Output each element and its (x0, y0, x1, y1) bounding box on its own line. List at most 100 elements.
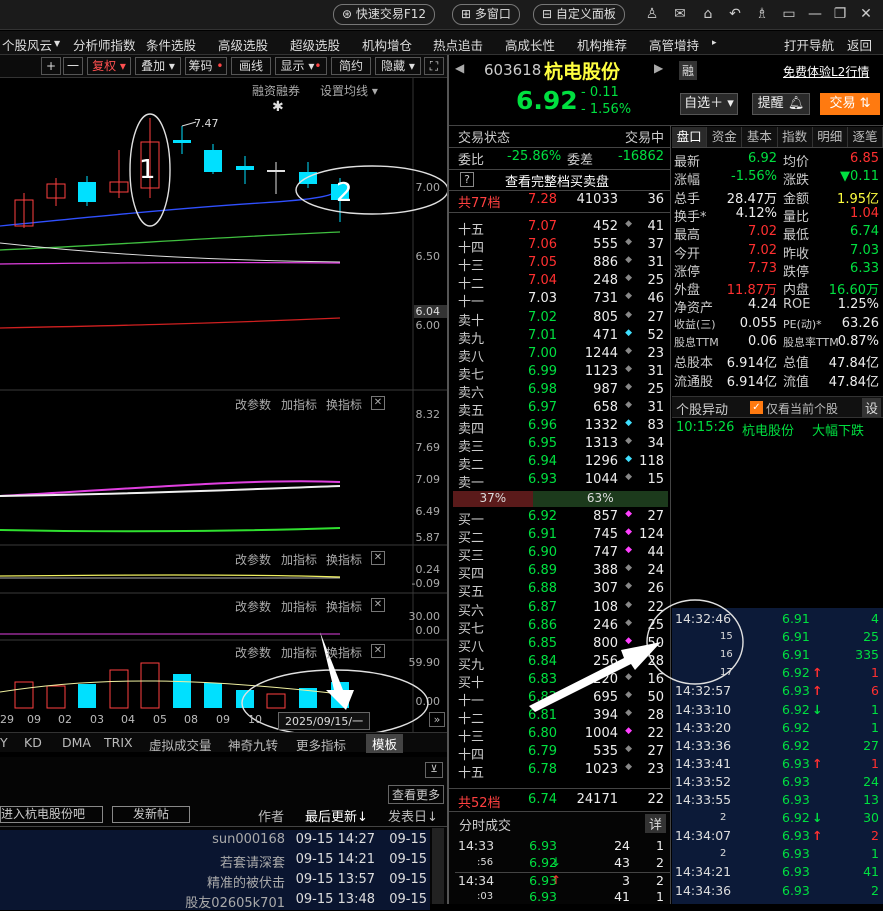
menu-item-condition-select[interactable]: 条件选股 (146, 35, 196, 54)
overlay-button[interactable]: 叠加 ▾ (135, 57, 181, 75)
screen-icon[interactable]: ▭ (780, 5, 798, 23)
help-icon[interactable]: ? (460, 172, 474, 187)
col-update-sort[interactable]: 最后更新↓ (305, 806, 368, 825)
fuquan-button[interactable]: 复权 ▾ (87, 57, 131, 75)
back-icon[interactable]: ↶ (726, 5, 744, 23)
tab-more-indicators[interactable]: 更多指标 (296, 735, 346, 754)
switch-indicator-button[interactable]: 换指标 (326, 644, 362, 661)
trade-time: :56 (477, 857, 494, 868)
maximize-icon[interactable]: ❐ (831, 5, 849, 23)
list-item[interactable]: 精准的被伏击 09-15 13:57 09-15 (0, 870, 430, 891)
order-volume: 1004 (584, 726, 618, 742)
anomaly-settings-button[interactable]: 设 (861, 398, 881, 417)
new-post-button[interactable]: 发新帖 (112, 806, 190, 823)
tab-template[interactable]: 模板 (366, 734, 404, 753)
close-icon[interactable]: ✕ (857, 5, 875, 23)
draw-line-button[interactable]: 画线 (231, 57, 271, 75)
close-icon[interactable]: ✕ (371, 396, 385, 410)
list-item[interactable]: 若套请深套 09-15 14:21 09-15 (0, 850, 430, 871)
menu-item-hotspot[interactable]: 热点追击 (433, 35, 483, 54)
trade-button[interactable]: 交易 ⇅ (820, 93, 880, 115)
anomaly-item[interactable]: 10:15:26 杭电股份 大幅下跌 (672, 420, 883, 440)
time-sales-detail-button[interactable]: 详 (644, 814, 666, 833)
tab-dma[interactable]: DMA (62, 735, 91, 750)
zoom-in-button[interactable]: + (41, 57, 61, 75)
menu-item-super-select[interactable]: 超级选股 (290, 35, 340, 54)
margin-trading-link[interactable]: 融资融券 (252, 82, 300, 99)
prev-stock-icon[interactable]: ◀ (455, 61, 464, 75)
fullscreen-icon[interactable]: ⛶ (424, 57, 444, 75)
open-nav-button[interactable]: 打开导航 (784, 35, 834, 54)
switch-indicator-button[interactable]: 换指标 (326, 396, 362, 413)
checkbox-icon[interactable]: ✓ (750, 401, 763, 414)
add-indicator-button[interactable]: 加指标 (281, 396, 317, 413)
edit-params-button[interactable]: 改参数 (235, 644, 271, 661)
multi-window-button[interactable]: ⊞ 多窗口 (452, 4, 520, 25)
collapse-icon[interactable]: ⊻ (425, 762, 443, 778)
zoom-out-button[interactable]: 一 (63, 57, 83, 75)
list-item[interactable]: sun000168 09-15 14:27 09-15 (0, 830, 430, 850)
forum-link[interactable]: 进入杭电股份吧 (0, 806, 103, 823)
scroll-right-icon[interactable]: » (429, 712, 445, 727)
scrollbar[interactable] (432, 828, 444, 904)
tab-quote-5[interactable]: 逐笔 (847, 127, 883, 147)
col-date-sort[interactable]: 发表日↓ (388, 806, 438, 825)
close-icon[interactable]: ✕ (371, 551, 385, 565)
free-l2-link[interactable]: 免费体验L2行情 (783, 63, 869, 80)
home-icon[interactable]: ⌂ (699, 5, 717, 23)
display-button[interactable]: 显示 ▾• (275, 57, 327, 75)
tab-quote-2[interactable]: 基本 (742, 127, 778, 147)
hide-button[interactable]: 隐藏 ▾ (375, 57, 421, 75)
ma-settings-link[interactable]: 设置均线 ▾ (320, 82, 378, 99)
quote-row: 流通股 6.914亿 流值 47.84亿 (672, 371, 883, 390)
tick-volume: 13 (863, 792, 879, 807)
next-stock-icon[interactable]: ▶ (654, 61, 663, 75)
tab-trix[interactable]: TRIX (104, 735, 133, 750)
panel-divider[interactable] (447, 55, 449, 904)
time-sales-row: :56 6.92 ↓ 43 2 (455, 855, 670, 873)
menu-item-stock-news[interactable]: 个股风云 (2, 35, 52, 54)
skin-icon[interactable]: ♗ (753, 5, 771, 23)
view-full-orderbook-link[interactable]: 查看完整档买卖盘 (505, 171, 609, 190)
minimize-icon[interactable]: — (806, 5, 824, 23)
more-icon[interactable]: ▸ (712, 38, 717, 48)
switch-indicator-button[interactable]: 换指标 (326, 551, 362, 568)
menu-item-exec-increase[interactable]: 高管增持 (649, 35, 699, 54)
close-icon[interactable]: ✕ (371, 598, 385, 612)
close-icon[interactable]: ✕ (371, 644, 385, 658)
mail-icon[interactable]: ✉ (671, 5, 689, 23)
tab-kd[interactable]: KD (24, 735, 42, 750)
tab-quote-3[interactable]: 指数 (777, 127, 813, 147)
user-icon[interactable]: ♙ (643, 5, 661, 23)
switch-indicator-button[interactable]: 换指标 (326, 598, 362, 615)
add-indicator-button[interactable]: 加指标 (281, 598, 317, 615)
view-more-button[interactable]: 查看更多 (388, 785, 445, 804)
tab-quote-0[interactable]: 盘口 (672, 127, 708, 147)
list-item[interactable]: 股友02605k701 09-15 13:48 09-15 (0, 890, 430, 911)
back-button[interactable]: 返回 (847, 35, 872, 54)
tab-nine-turns[interactable]: 神奇九转 (228, 735, 278, 754)
menu-item-institution-add[interactable]: 机构增仓 (362, 35, 412, 54)
tab-virtual-volume[interactable]: 虚拟成交量 (149, 735, 212, 754)
tick-time: 16 (720, 649, 733, 661)
edit-params-button[interactable]: 改参数 (235, 396, 271, 413)
remind-button[interactable]: 提醒 🔔︎ (752, 93, 810, 115)
add-indicator-button[interactable]: 加指标 (281, 644, 317, 661)
quick-trade-button[interactable]: ⊛ 快速交易F12 (333, 4, 436, 25)
edit-params-button[interactable]: 改参数 (235, 598, 271, 615)
order-level: 买六 (458, 603, 485, 619)
menu-item-analyst-index[interactable]: 分析师指数 (73, 35, 136, 54)
tab-y[interactable]: Y (0, 735, 8, 750)
chips-button[interactable]: 筹码 • (185, 57, 227, 75)
tab-quote-4[interactable]: 明细 (812, 127, 848, 147)
add-indicator-button[interactable]: 加指标 (281, 551, 317, 568)
menu-item-advanced-select[interactable]: 高级选股 (218, 35, 268, 54)
menu-item-institution-rec[interactable]: 机构推荐 (577, 35, 627, 54)
add-watchlist-button[interactable]: 自选＋ ▾ (680, 93, 738, 115)
custom-panel-button[interactable]: ⊟ 自定义面板 (533, 4, 625, 25)
simple-button[interactable]: 简约 (331, 57, 371, 75)
menu-item-high-growth[interactable]: 高成长性 (505, 35, 555, 54)
tab-quote-1[interactable]: 资金 (707, 127, 743, 147)
tick-row: 14:32:46 6.91 4 (672, 610, 883, 629)
edit-params-button[interactable]: 改参数 (235, 551, 271, 568)
